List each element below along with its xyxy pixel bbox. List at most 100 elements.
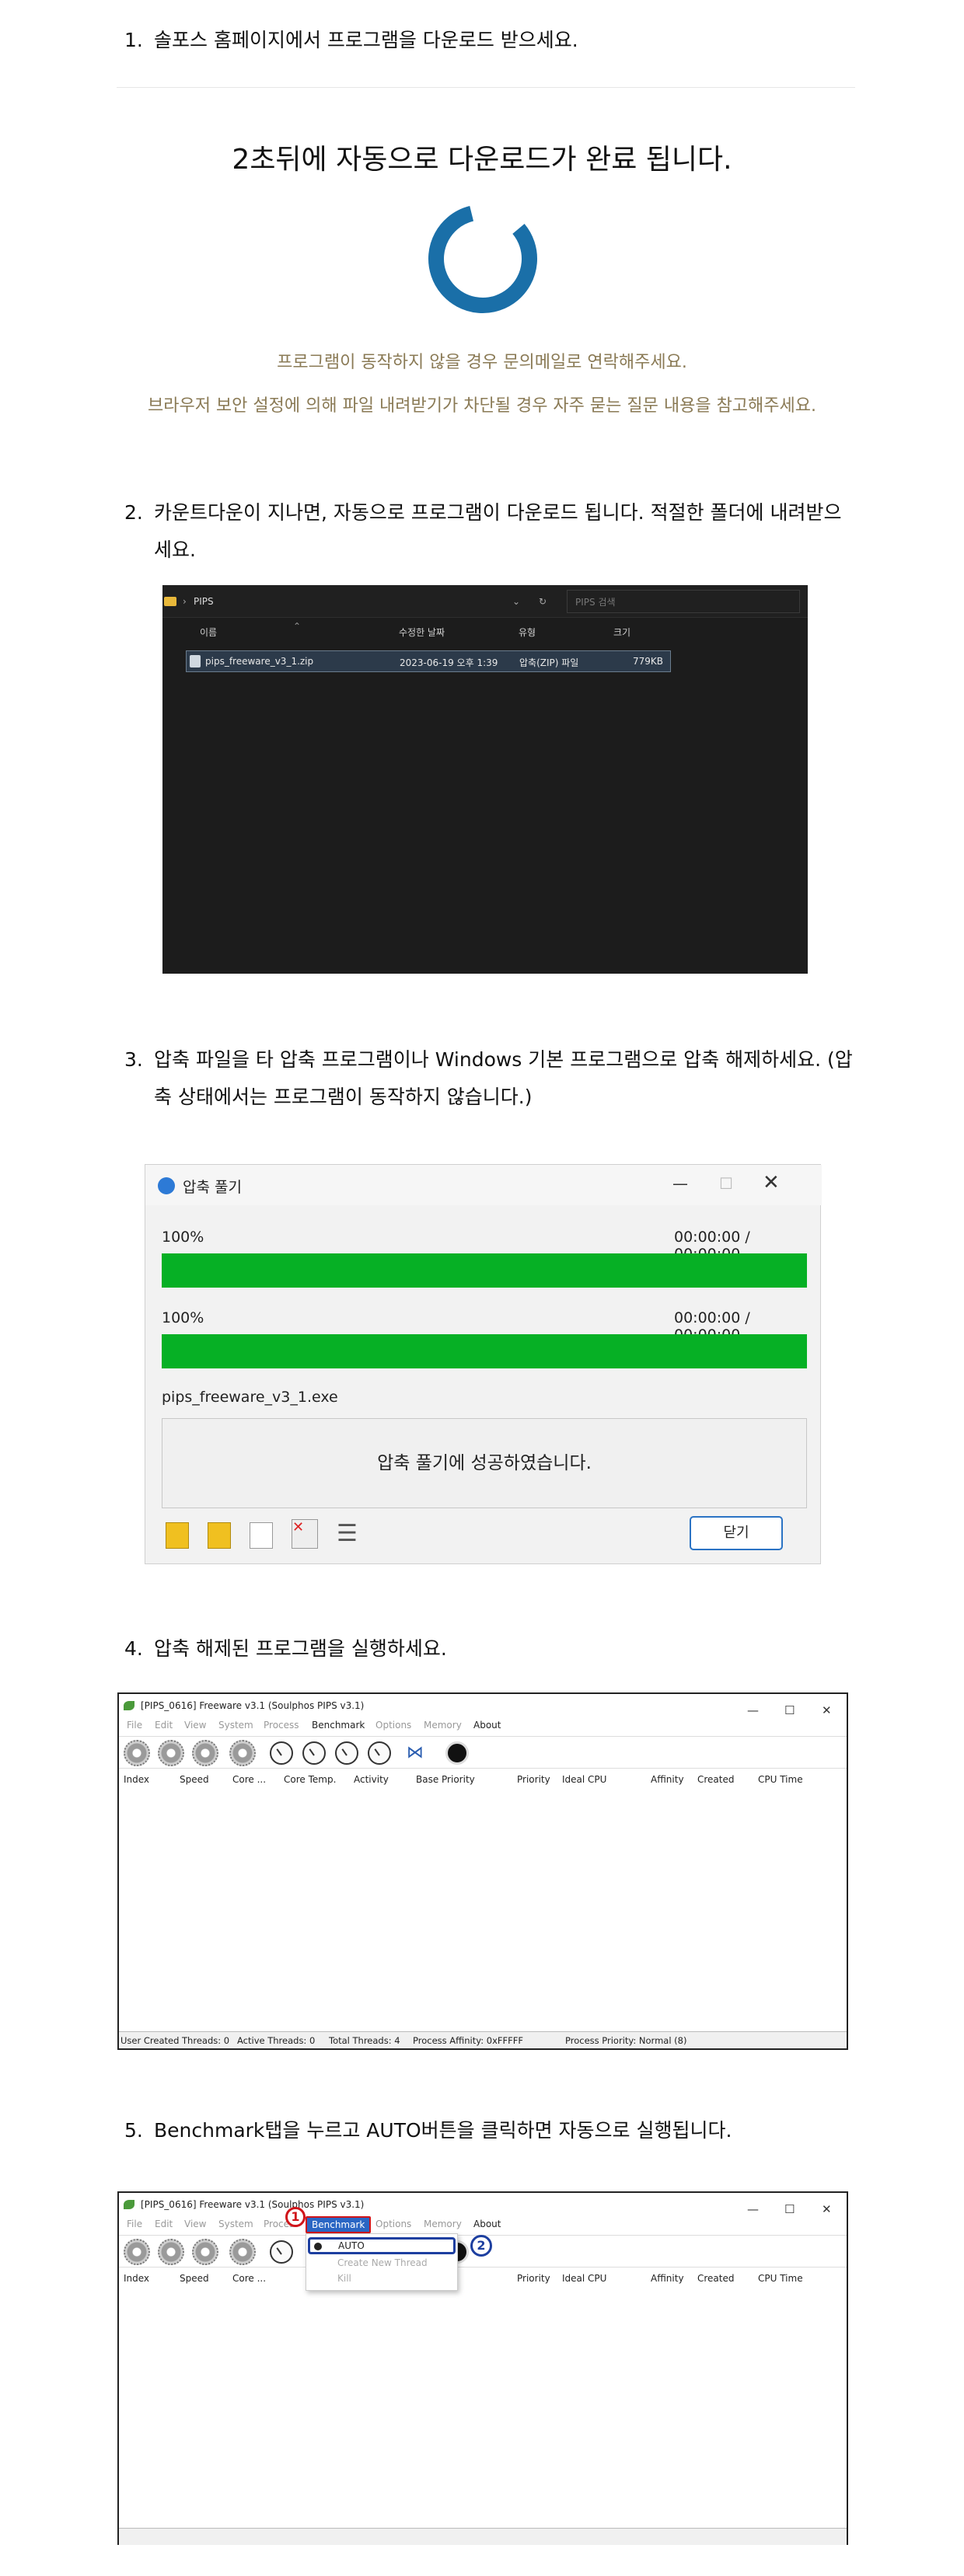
gear-icon[interactable] bbox=[229, 2239, 256, 2265]
column-date[interactable]: 수정한 날짜 bbox=[399, 626, 445, 639]
menu-system[interactable]: System bbox=[218, 1720, 253, 1731]
col-affinity[interactable]: Affinity bbox=[651, 2273, 684, 2284]
step-text: 솔포스 홈페이지에서 프로그램을 다운로드 받으세요. bbox=[154, 29, 578, 51]
menu-benchmark-active[interactable]: Benchmark bbox=[306, 2216, 372, 2233]
col-base-priority[interactable]: Base Priority bbox=[416, 1774, 475, 1785]
chevron-down-icon[interactable]: ⌄ bbox=[512, 590, 520, 613]
status-priority: Process Priority: Normal (8) bbox=[565, 2035, 687, 2046]
dialog-title: 압축 풀기 bbox=[183, 1179, 242, 1196]
col-activity[interactable]: Activity bbox=[354, 1774, 389, 1785]
menu-options[interactable]: Options bbox=[375, 2219, 411, 2229]
col-ideal-cpu[interactable]: Ideal CPU bbox=[562, 1774, 606, 1785]
loading-spinner-icon bbox=[428, 204, 537, 313]
step-4: 4. 압축 해제된 프로그램을 실행하세요. bbox=[124, 1630, 855, 1668]
col-cpu-time[interactable]: CPU Time bbox=[758, 1774, 803, 1785]
countdown-text: 2초뒤에 자동으로 다운로드가 완료 됩니다. bbox=[0, 137, 964, 177]
dial-icon[interactable] bbox=[335, 1741, 358, 1765]
chevron-right-icon: › bbox=[183, 596, 187, 607]
dial-icon[interactable] bbox=[270, 2240, 293, 2264]
menu-about[interactable]: About bbox=[473, 2219, 501, 2229]
menu-edit[interactable]: Edit bbox=[155, 2219, 173, 2229]
col-created[interactable]: Created bbox=[697, 1774, 735, 1785]
open-folder-icon[interactable] bbox=[166, 1522, 189, 1549]
explorer-search-input[interactable]: PIPS 검색 bbox=[567, 590, 800, 613]
step-number: 4. bbox=[124, 1637, 143, 1660]
pips-window-benchmark: [PIPS_0616] Freeware v3.1 (Soulphos PIPS… bbox=[117, 2191, 848, 2545]
countdown-message: 초뒤에 자동으로 다운로드가 완료 됩니다. bbox=[250, 144, 732, 176]
folder-icon bbox=[164, 597, 176, 606]
explorer-path-label: PIPS bbox=[194, 596, 214, 607]
menu-view[interactable]: View bbox=[184, 2219, 206, 2229]
toolbar: ⋈ bbox=[119, 1736, 847, 1769]
extracted-filename: pips_freeware_v3_1.exe bbox=[162, 1389, 338, 1406]
col-priority[interactable]: Priority bbox=[517, 1774, 550, 1785]
gear-icon[interactable] bbox=[229, 1740, 256, 1766]
close-button[interactable]: 닫기 bbox=[690, 1516, 783, 1550]
menu-edit[interactable]: Edit bbox=[155, 1720, 173, 1731]
menu-options[interactable]: Options bbox=[375, 1720, 411, 1731]
power-icon[interactable] bbox=[445, 1741, 469, 1765]
affinity-icon[interactable]: ⋈ bbox=[407, 1743, 433, 1763]
dial-icon[interactable] bbox=[302, 1741, 326, 1765]
file-size: 779KB bbox=[633, 656, 664, 667]
file-explorer-screenshot: › PIPS ⌄ ↻ PIPS 검색 이름 ⌃ 수정한 날짜 유형 크기 pip… bbox=[162, 585, 808, 974]
col-speed[interactable]: Speed bbox=[180, 1774, 209, 1785]
status-active-threads: Active Threads: 0 bbox=[237, 2035, 316, 2046]
explorer-path[interactable]: › PIPS ⌄ ↻ bbox=[162, 590, 567, 613]
pips-window: [PIPS_0616] Freeware v3.1 (Soulphos PIPS… bbox=[117, 1692, 848, 2050]
menu-benchmark[interactable]: Benchmark bbox=[312, 1720, 365, 1731]
col-affinity[interactable]: Affinity bbox=[651, 1774, 684, 1785]
col-speed[interactable]: Speed bbox=[180, 2273, 209, 2284]
col-index[interactable]: Index bbox=[124, 1774, 149, 1785]
menu-file[interactable]: File bbox=[127, 2219, 142, 2229]
menu-process[interactable]: Process bbox=[264, 1720, 299, 1731]
divider bbox=[117, 87, 855, 88]
menu-file[interactable]: File bbox=[127, 1720, 142, 1731]
column-name[interactable]: 이름 bbox=[200, 626, 217, 639]
col-ideal-cpu[interactable]: Ideal CPU bbox=[562, 2273, 606, 2284]
menu-view[interactable]: View bbox=[184, 1720, 206, 1731]
step-number: 3. bbox=[124, 1048, 143, 1071]
gear-icon[interactable] bbox=[192, 1740, 218, 1766]
col-index[interactable]: Index bbox=[124, 2273, 149, 2284]
countdown-seconds: 2 bbox=[232, 144, 250, 176]
gear-icon[interactable] bbox=[192, 2239, 218, 2265]
gear-icon[interactable] bbox=[158, 2239, 184, 2265]
col-priority[interactable]: Priority bbox=[517, 2273, 550, 2284]
menu-memory[interactable]: Memory bbox=[424, 2219, 462, 2229]
menu-icon[interactable]: ☰ bbox=[337, 1521, 358, 1547]
menu-item-auto[interactable]: AUTO bbox=[308, 2237, 456, 2254]
menu-system[interactable]: System bbox=[218, 2219, 253, 2229]
dial-icon[interactable] bbox=[270, 1741, 293, 1765]
step-text: 압축 해제된 프로그램을 실행하세요. bbox=[154, 1637, 447, 1660]
gear-icon[interactable] bbox=[124, 1740, 150, 1766]
table-header: Index Speed Core ... Core Temp. Activity… bbox=[119, 1772, 847, 1789]
app-leaf-icon bbox=[124, 1701, 134, 1710]
status-total-threads: Total Threads: 4 bbox=[329, 2035, 400, 2046]
file-row[interactable]: pips_freeware_v3_1.zip 2023-06-19 오후 1:3… bbox=[186, 650, 671, 672]
gear-icon[interactable] bbox=[124, 2239, 150, 2265]
col-core-temp[interactable]: Core Temp. bbox=[284, 1774, 336, 1785]
file-name: pips_freeware_v3_1.zip bbox=[205, 656, 314, 667]
window-title: [PIPS_0616] Freeware v3.1 (Soulphos PIPS… bbox=[141, 1700, 365, 1711]
col-core[interactable]: Core ... bbox=[232, 2273, 266, 2284]
col-created[interactable]: Created bbox=[697, 2273, 735, 2284]
menu-memory[interactable]: Memory bbox=[424, 1720, 462, 1731]
menu-bar: File Edit View System Process Benchmark … bbox=[119, 1717, 847, 1734]
column-type[interactable]: 유형 bbox=[519, 626, 536, 639]
gear-icon[interactable] bbox=[158, 1740, 184, 1766]
window-title-bar: [PIPS_0616] Freeware v3.1 (Soulphos PIPS… bbox=[119, 2193, 847, 2216]
refresh-icon[interactable]: ↻ bbox=[539, 590, 547, 613]
copy-folder-icon[interactable] bbox=[250, 1522, 273, 1549]
dial-icon[interactable] bbox=[368, 1741, 391, 1765]
folder-icon[interactable] bbox=[208, 1522, 231, 1549]
column-size[interactable]: 크기 bbox=[613, 626, 630, 639]
delete-check-icon[interactable]: ✕ bbox=[292, 1519, 318, 1549]
menu-about[interactable]: About bbox=[473, 1720, 501, 1731]
window-title: [PIPS_0616] Freeware v3.1 (Soulphos PIPS… bbox=[141, 2199, 365, 2210]
status-user-threads: User Created Threads: 0 bbox=[120, 2035, 230, 2046]
col-core[interactable]: Core ... bbox=[232, 1774, 266, 1785]
minimize-icon[interactable]: — bbox=[672, 1174, 688, 1193]
close-icon[interactable]: ✕ bbox=[763, 1171, 780, 1194]
col-cpu-time[interactable]: CPU Time bbox=[758, 2273, 803, 2284]
